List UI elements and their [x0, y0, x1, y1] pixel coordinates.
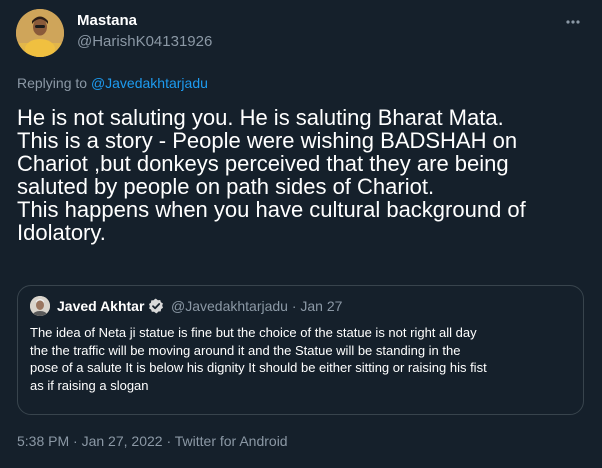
quoted-tweet-card[interactable]: Javed Akhtar @Javedakhtarjadu · Jan 27 T… [17, 285, 584, 415]
meta-separator: · [162, 433, 175, 449]
author-handle[interactable]: @HarishK04131926 [77, 33, 212, 51]
reply-context-prefix: Replying to [17, 75, 91, 91]
reply-mention-link[interactable]: @Javedakhtarjadu [91, 75, 208, 91]
tweet-text-line: Idolatory. [17, 220, 106, 245]
tweet-text-line: saluted by people on path sides of Chari… [17, 174, 435, 199]
quoted-author-avatar [30, 296, 50, 316]
tweet-text: He is not saluting you. He is saluting B… [17, 106, 592, 244]
tweet-date-link[interactable]: Jan 27, 2022 [82, 433, 163, 449]
tweet-text-line: This happens when you have cultural back… [17, 197, 526, 222]
reply-context: Replying to @Javedakhtarjadu [17, 74, 208, 92]
meta-separator: · [69, 433, 82, 449]
quoted-text-line: as if raising a slogan [30, 377, 149, 393]
tweet-text-line: Chariot ,but donkeys perceived that they… [17, 151, 509, 176]
quoted-author-handle-date: @Javedakhtarjadu · Jan 27 [171, 298, 343, 314]
tweet-text-line: He is not saluting you. He is saluting B… [17, 105, 504, 130]
tweet-metadata: 5:38 PM · Jan 27, 2022 · Twitter for And… [17, 433, 288, 450]
quoted-author-name: Javed Akhtar [57, 298, 145, 314]
quoted-text-line: the the traffic will be moving around it… [30, 342, 461, 358]
verified-badge-icon [148, 298, 164, 314]
more-horizontal-icon[interactable] [560, 12, 586, 32]
tweet-source-label[interactable]: Twitter for Android [175, 433, 288, 449]
quoted-tweet-text: The idea of Neta ji statue is fine but t… [30, 324, 575, 394]
author-avatar[interactable] [16, 9, 64, 57]
tweet-time-link[interactable]: 5:38 PM [17, 433, 69, 449]
author-display-name[interactable]: Mastana [77, 12, 137, 30]
tweet-text-line: This is a story - People were wishing BA… [17, 128, 518, 153]
quoted-text-line: pose of a salute It is below his dignity… [30, 360, 487, 375]
tweet: Mastana @HarishK04131926 Replying to @Ja… [0, 0, 602, 468]
quoted-text-line: The idea of Neta ji statue is fine but t… [30, 325, 477, 340]
